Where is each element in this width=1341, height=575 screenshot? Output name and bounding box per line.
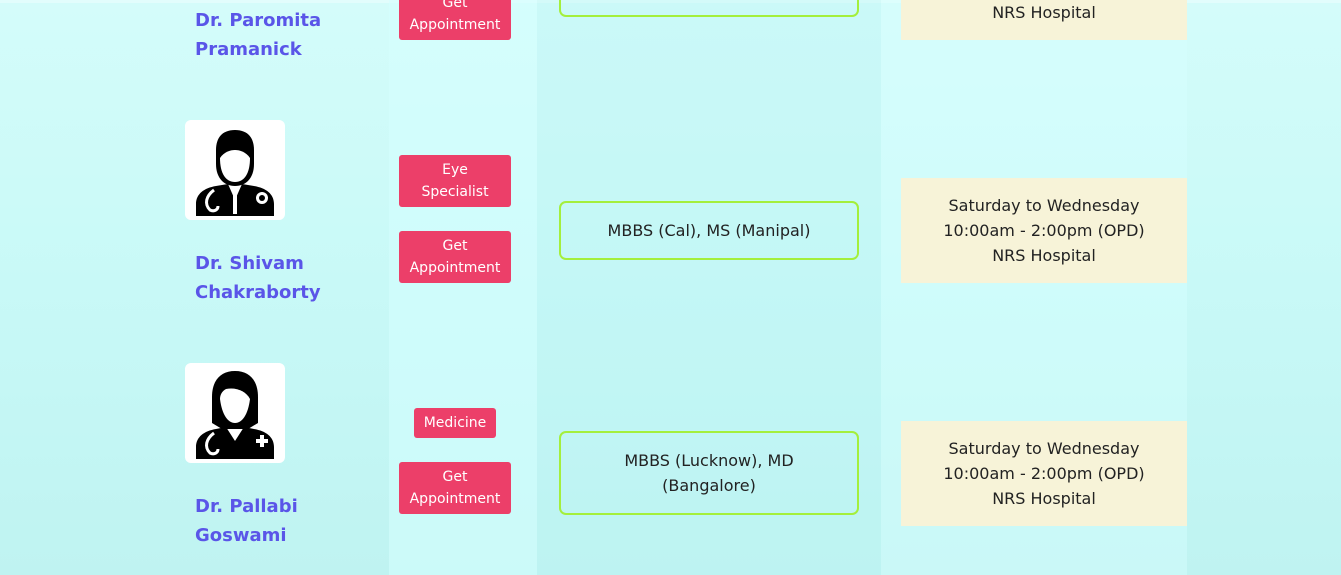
schedule-box: NRS Hospital (901, 0, 1187, 40)
schedule-text: NRS Hospital (992, 3, 1096, 22)
doctor-name: Dr. Paromita Pramanick (195, 10, 322, 60)
doctor-name: Dr. Shivam Chakraborty (195, 253, 321, 303)
get-appointment-button[interactable]: Get Appointment (399, 231, 511, 283)
schedule-text: Saturday to Wednesday 10:00am - 2:00pm (… (943, 439, 1145, 508)
schedule-box: Saturday to Wednesday 10:00am - 2:00pm (… (901, 421, 1187, 526)
doctor-avatar (185, 120, 285, 220)
qualification-text: MBBS (Lucknow), MD (Bangalore) (624, 451, 794, 495)
schedule-box: Saturday to Wednesday 10:00am - 2:00pm (… (901, 178, 1187, 283)
male-doctor-icon (196, 130, 274, 216)
qualification-text: MBBS (Cal), MS (Manipal) (607, 221, 811, 240)
female-doctor-icon (196, 371, 274, 459)
doctor-name: Dr. Pallabi Goswami (195, 496, 298, 546)
specialty-badge: Medicine (414, 408, 496, 438)
get-appointment-button[interactable]: Get Appointment (399, 0, 511, 40)
schedule-text: Saturday to Wednesday 10:00am - 2:00pm (… (943, 196, 1145, 265)
doctor-avatar (185, 363, 285, 463)
qualification-box: MBBS (Lucknow), MD (Bangalore) (559, 431, 859, 515)
get-appointment-button[interactable]: Get Appointment (399, 462, 511, 514)
qualification-box: MBBS (Cal), MS (Manipal) (559, 201, 859, 260)
specialty-badge: Eye Specialist (399, 155, 511, 207)
qualification-box (559, 0, 859, 17)
